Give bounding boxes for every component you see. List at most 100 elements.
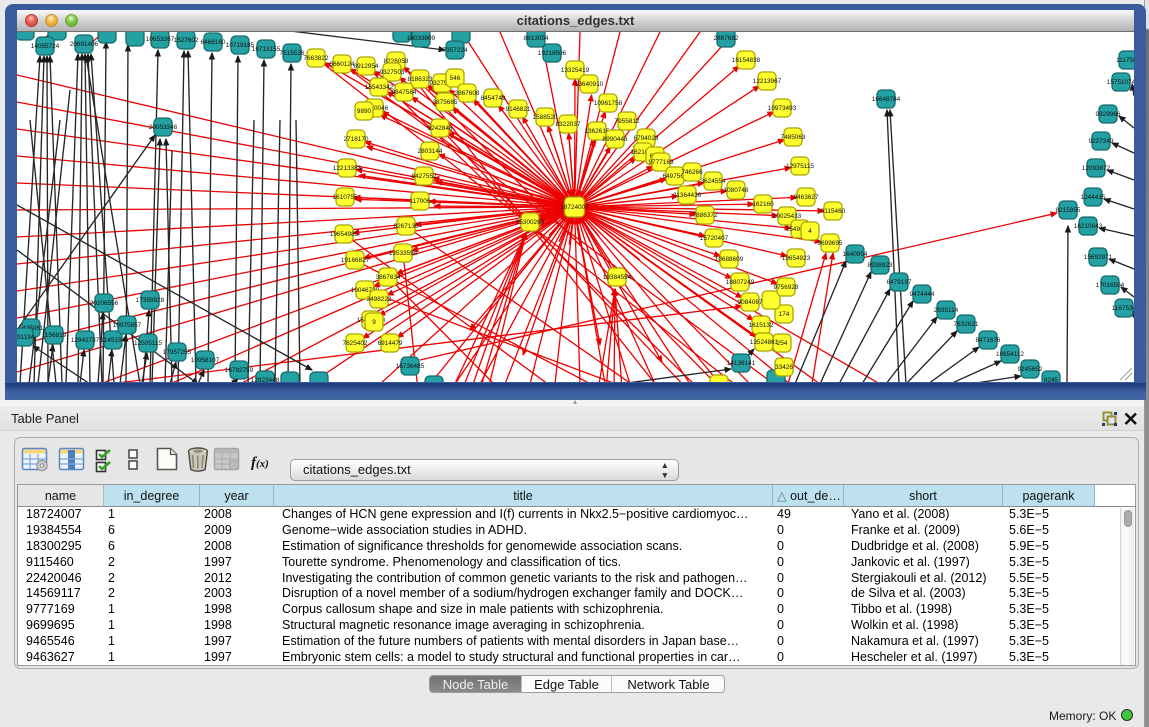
svg-text:9474444: 9474444 xyxy=(910,291,935,298)
svg-text:21364436: 21364436 xyxy=(673,192,702,199)
svg-text:3498222: 3498222 xyxy=(367,296,392,303)
svg-text:9463627: 9463627 xyxy=(794,194,819,201)
svg-text:13524861: 13524861 xyxy=(750,339,779,346)
svg-text:1145194: 1145194 xyxy=(101,337,126,344)
svg-text:12923448: 12923448 xyxy=(251,377,280,382)
svg-text:10719185: 10719185 xyxy=(226,42,255,49)
svg-text:1117504: 1117504 xyxy=(1116,57,1134,64)
svg-text:7632621: 7632621 xyxy=(954,321,979,328)
svg-text:3875685: 3875685 xyxy=(433,99,458,106)
svg-text:9146821: 9146821 xyxy=(506,106,531,113)
svg-text:17016504: 17016504 xyxy=(1096,282,1125,289)
svg-text:10961758: 10961758 xyxy=(594,100,623,107)
svg-text:1640954: 1640954 xyxy=(843,251,868,258)
svg-text:9245652: 9245652 xyxy=(1018,366,1043,373)
svg-text:8322037: 8322037 xyxy=(556,121,581,128)
svg-text:10688609: 10688609 xyxy=(715,256,744,263)
svg-text:9242848: 9242848 xyxy=(428,125,453,132)
svg-text:10654112: 10654112 xyxy=(996,351,1024,358)
svg-text:17957255: 17957255 xyxy=(163,349,192,356)
svg-text:7357224: 7357224 xyxy=(443,47,468,54)
svg-text:6479197: 6479197 xyxy=(887,279,912,286)
svg-text:7955812: 7955812 xyxy=(615,118,640,125)
svg-text:7515526: 7515526 xyxy=(280,50,305,57)
svg-text:12213967: 12213967 xyxy=(753,78,782,85)
svg-text:1156819: 1156819 xyxy=(42,332,67,339)
svg-text:8471676: 8471676 xyxy=(976,337,1001,344)
svg-text:2887682: 2887682 xyxy=(714,35,739,42)
svg-text:254: 254 xyxy=(777,340,788,347)
svg-text:546: 546 xyxy=(450,75,461,82)
svg-text:13533594: 13533594 xyxy=(389,250,418,257)
svg-text:9: 9 xyxy=(372,319,376,326)
svg-text:20691406: 20691406 xyxy=(70,41,99,48)
svg-text:8427552: 8427552 xyxy=(412,173,437,180)
svg-text:1527602: 1527602 xyxy=(174,37,199,44)
svg-text:12975115: 12975115 xyxy=(786,163,814,170)
svg-text:12505115: 12505115 xyxy=(134,340,162,347)
svg-text:162160: 162160 xyxy=(752,201,774,208)
svg-text:12213383: 12213383 xyxy=(333,165,362,172)
svg-text:19166827: 19166827 xyxy=(341,257,370,264)
svg-text:9699695: 9699695 xyxy=(818,240,843,247)
svg-text:1588520: 1588520 xyxy=(533,114,558,121)
svg-text:16210643: 16210643 xyxy=(1074,223,1103,230)
svg-text:1615132: 1615132 xyxy=(749,322,774,329)
svg-text:16033809: 16033809 xyxy=(407,35,436,42)
svg-text:9245: 9245 xyxy=(1044,377,1059,382)
svg-text:19384554: 19384554 xyxy=(603,274,632,281)
svg-text:10975857: 10975857 xyxy=(113,322,142,329)
svg-text:8660124: 8660124 xyxy=(330,61,355,68)
svg-text:9756928: 9756928 xyxy=(774,284,799,291)
svg-text:1167534: 1167534 xyxy=(1112,305,1134,312)
svg-text:12942737: 12942737 xyxy=(71,337,100,344)
svg-text:2718170: 2718170 xyxy=(344,136,369,143)
svg-text:14136141: 14136141 xyxy=(727,360,756,367)
svg-text:7625402: 7625402 xyxy=(343,340,368,347)
svg-text:9329966: 9329966 xyxy=(1096,111,1121,118)
svg-text:14055724: 14055724 xyxy=(31,43,60,50)
svg-text:2867608: 2867608 xyxy=(455,90,480,97)
svg-text:15736485: 15736485 xyxy=(396,363,425,370)
svg-text:16713155: 16713155 xyxy=(252,46,281,53)
svg-text:8938923: 8938923 xyxy=(868,262,893,269)
svg-text:10958107: 10958107 xyxy=(191,357,220,364)
svg-text:9777169: 9777169 xyxy=(649,159,674,166)
svg-text:15720407: 15720407 xyxy=(700,235,729,242)
svg-text:174: 174 xyxy=(779,311,790,318)
svg-text:19654923: 19654923 xyxy=(782,255,811,262)
svg-text:8912954: 8912954 xyxy=(354,63,379,70)
svg-text:3867834: 3867834 xyxy=(376,274,401,281)
svg-text:9890: 9890 xyxy=(357,108,372,115)
svg-text:1610755: 1610755 xyxy=(333,194,358,201)
svg-text:8813054: 8813054 xyxy=(524,35,549,42)
svg-text:33426: 33426 xyxy=(775,364,793,371)
svg-text:2803144: 2803144 xyxy=(418,148,443,155)
svg-text:746266: 746266 xyxy=(681,169,703,176)
svg-text:391194: 391194 xyxy=(17,334,35,341)
svg-text:7886372: 7886372 xyxy=(693,212,718,219)
svg-text:8454749: 8454749 xyxy=(481,95,506,102)
svg-text:20206556: 20206556 xyxy=(90,300,119,307)
svg-text:10973493: 10973493 xyxy=(768,105,797,112)
svg-text:19218506: 19218506 xyxy=(538,50,567,57)
svg-text:16782759: 16782759 xyxy=(225,367,254,374)
svg-text:25300263: 25300263 xyxy=(516,219,545,226)
svg-text:15751074: 15751074 xyxy=(1107,79,1134,86)
svg-text:17359928: 17359928 xyxy=(136,297,165,304)
svg-text:16543342: 16543342 xyxy=(365,84,394,91)
svg-text:16648784: 16648784 xyxy=(872,96,901,103)
svg-text:7663822: 7663822 xyxy=(304,55,329,62)
svg-text:9847584: 9847584 xyxy=(392,89,417,96)
svg-text:2935114: 2935114 xyxy=(934,307,959,314)
svg-text:4: 4 xyxy=(808,228,812,235)
svg-text:8267130: 8267130 xyxy=(394,223,419,230)
svg-text:1080748: 1080748 xyxy=(724,187,749,194)
svg-text:6794028: 6794028 xyxy=(634,135,659,142)
svg-text:13640910: 13640910 xyxy=(575,81,604,88)
svg-text:13325419: 13325419 xyxy=(561,67,590,74)
svg-text:12093872: 12093872 xyxy=(1082,165,1111,172)
svg-text:8215955: 8215955 xyxy=(1056,207,1081,214)
svg-text:9115460: 9115460 xyxy=(821,208,846,215)
svg-text:18724007: 18724007 xyxy=(560,204,589,211)
